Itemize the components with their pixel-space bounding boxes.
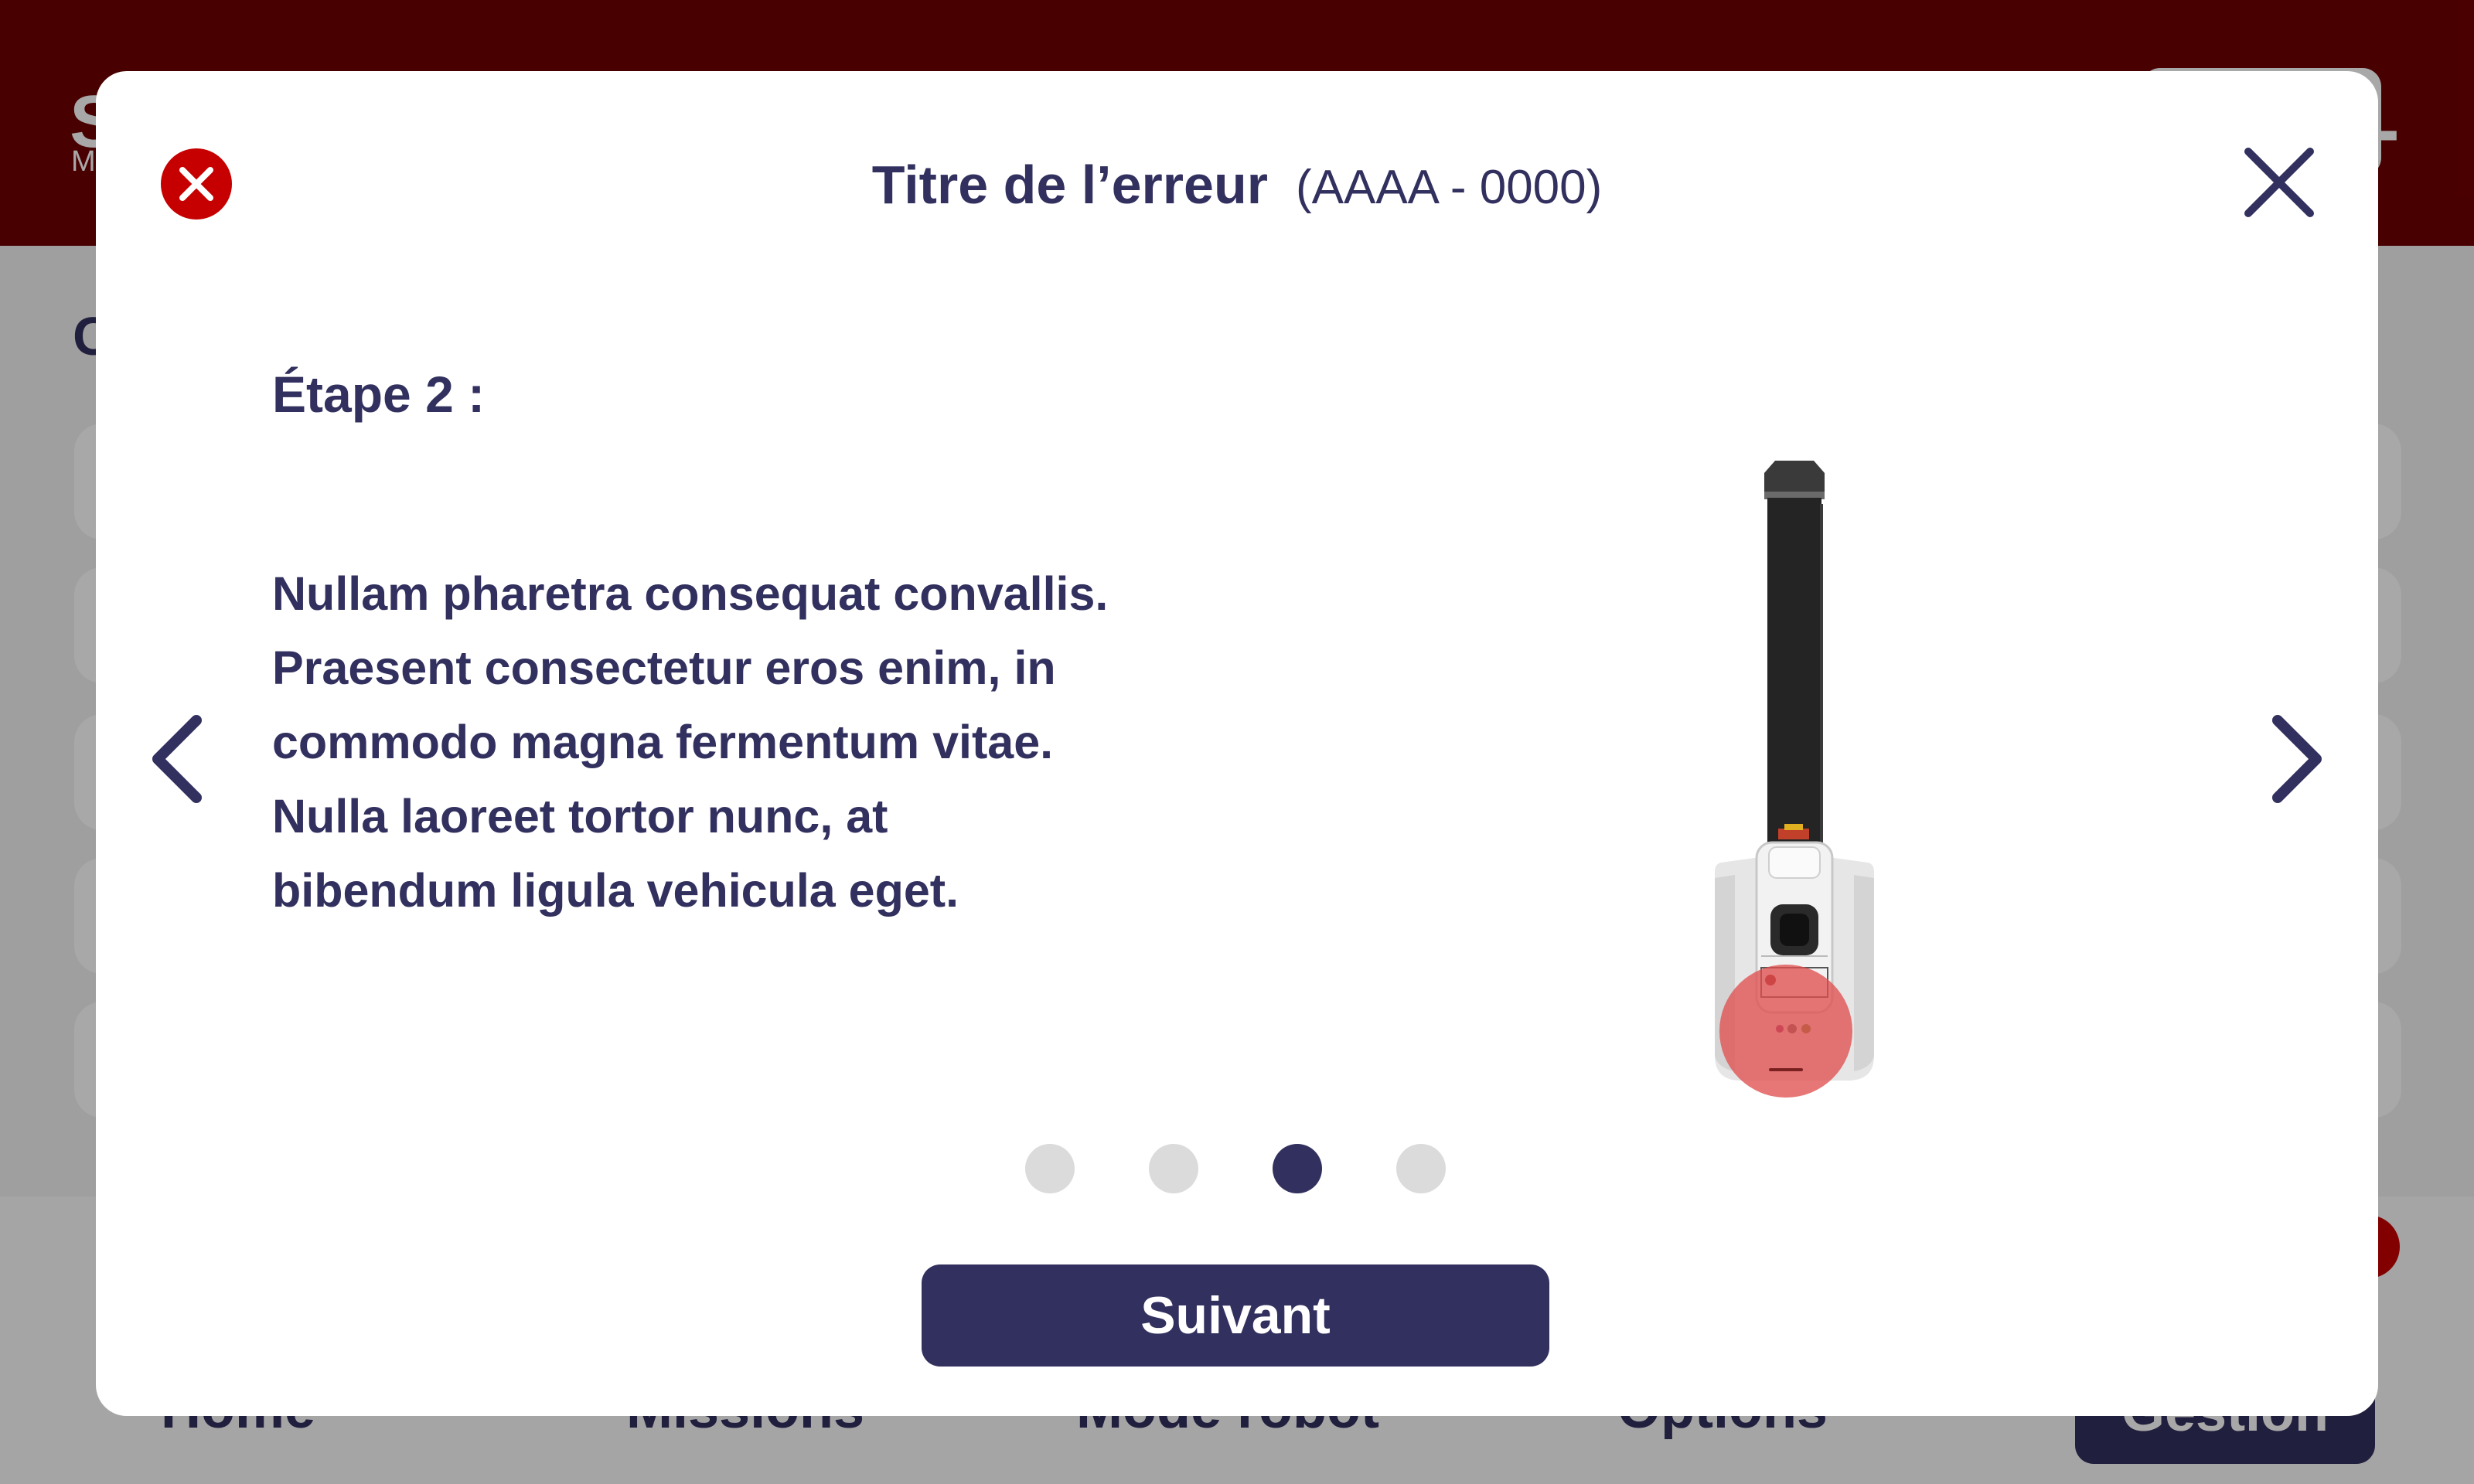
step-description: Nullam pharetra consequat convallis. Pra… [272, 556, 1277, 928]
chevron-right-icon[interactable] [2264, 705, 2338, 813]
pagination-dots [96, 1144, 2378, 1193]
pagination-dot-active[interactable] [1273, 1144, 1322, 1193]
description-line: Praesent consectetur eros enim, in [272, 642, 1056, 694]
step-label: Étape 2 : [272, 366, 486, 423]
next-button[interactable]: Suivant [922, 1264, 1549, 1367]
chevron-left-icon[interactable] [136, 705, 210, 813]
error-code: (AAAA - 0000) [1295, 161, 1603, 214]
description-line: commodo magna fermentum vitae. [272, 716, 1054, 768]
error-dialog: Titre de l’erreur (AAAA - 0000) Étape 2 :… [96, 71, 2378, 1416]
robot-device-illustration [1715, 461, 1874, 1098]
dialog-title: Titre de l’erreur (AAAA - 0000) [96, 158, 2378, 212]
pagination-dot[interactable] [1149, 1144, 1198, 1193]
pagination-dot[interactable] [1025, 1144, 1075, 1193]
description-line: Nulla laoreet tortor nunc, at [272, 790, 888, 842]
pagination-dot[interactable] [1396, 1144, 1446, 1193]
description-line: bibendum ligula vehicula eget. [272, 864, 959, 917]
error-title: Titre de l’erreur [871, 155, 1268, 215]
close-icon[interactable] [2242, 145, 2316, 220]
description-line: Nullam pharetra consequat convallis. [272, 567, 1109, 620]
